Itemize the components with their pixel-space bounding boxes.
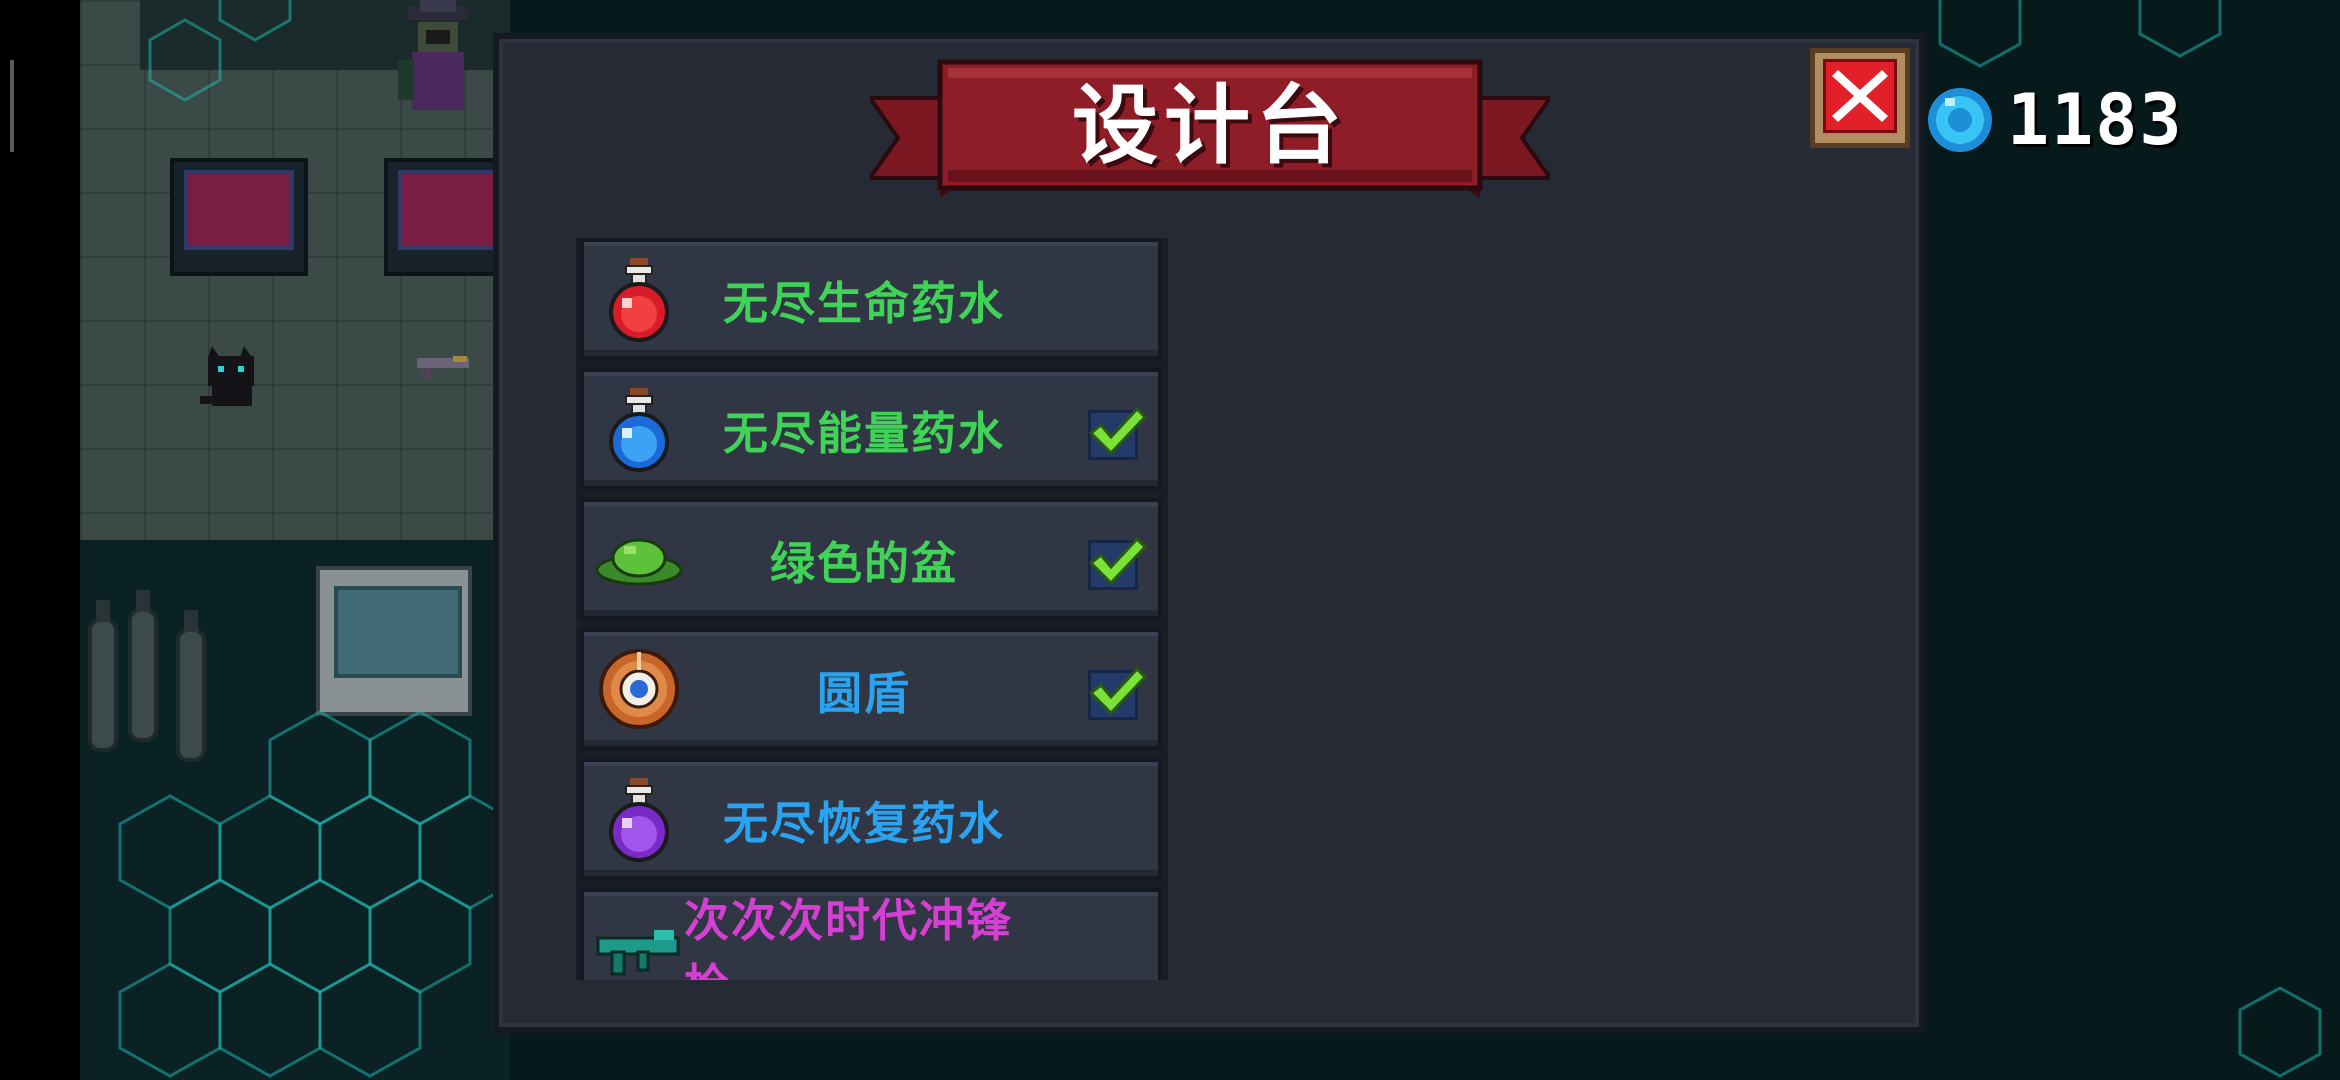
gem-count: 1183	[2007, 79, 2184, 161]
smg-icon	[596, 930, 680, 976]
list-item[interactable]: 无尽能量药水	[580, 368, 1162, 490]
item-name: 无尽生命药水	[722, 276, 1005, 330]
blueprint-list[interactable]: 无尽生命药水 无尽能量药水 绿色的盆 圆盾 无尽恢复药水 次次次时代冲锋	[576, 238, 1168, 980]
item-name: 绿色的盆	[769, 536, 958, 590]
list-item[interactable]: 无尽生命药水	[580, 238, 1162, 360]
checkmark-icon	[1088, 536, 1147, 586]
list-item[interactable]: 圆盾	[580, 628, 1162, 750]
selected-checkbox[interactable]	[1088, 536, 1147, 590]
item-name: 无尽恢复药水	[722, 796, 1005, 850]
blue-potion-icon	[609, 388, 669, 472]
blue-gem-icon	[1928, 88, 1992, 152]
item-name: 圆盾	[816, 666, 911, 720]
item-name: 次次次时代冲锋枪	[684, 894, 1014, 980]
red-potion-icon	[609, 258, 669, 342]
selected-checkbox[interactable]	[1088, 666, 1147, 720]
checkmark-icon	[1088, 406, 1147, 456]
gem-counter: 1183	[1925, 82, 2182, 158]
round-shield-icon	[599, 649, 679, 729]
close-button[interactable]	[1810, 48, 1910, 148]
panel-title: 设计台	[1072, 75, 1348, 176]
close-icon	[1832, 70, 1888, 122]
list-item[interactable]: 次次次时代冲锋枪	[580, 888, 1162, 980]
checkmark-icon	[1088, 666, 1147, 716]
purple-potion-icon	[609, 778, 669, 862]
item-name: 无尽能量药水	[722, 406, 1005, 460]
selected-checkbox[interactable]	[1088, 406, 1147, 460]
list-item[interactable]: 无尽恢复药水	[580, 758, 1162, 880]
list-item[interactable]: 绿色的盆	[580, 498, 1162, 620]
green-bowl-icon	[595, 538, 683, 586]
system-edge-indicator	[10, 60, 14, 152]
